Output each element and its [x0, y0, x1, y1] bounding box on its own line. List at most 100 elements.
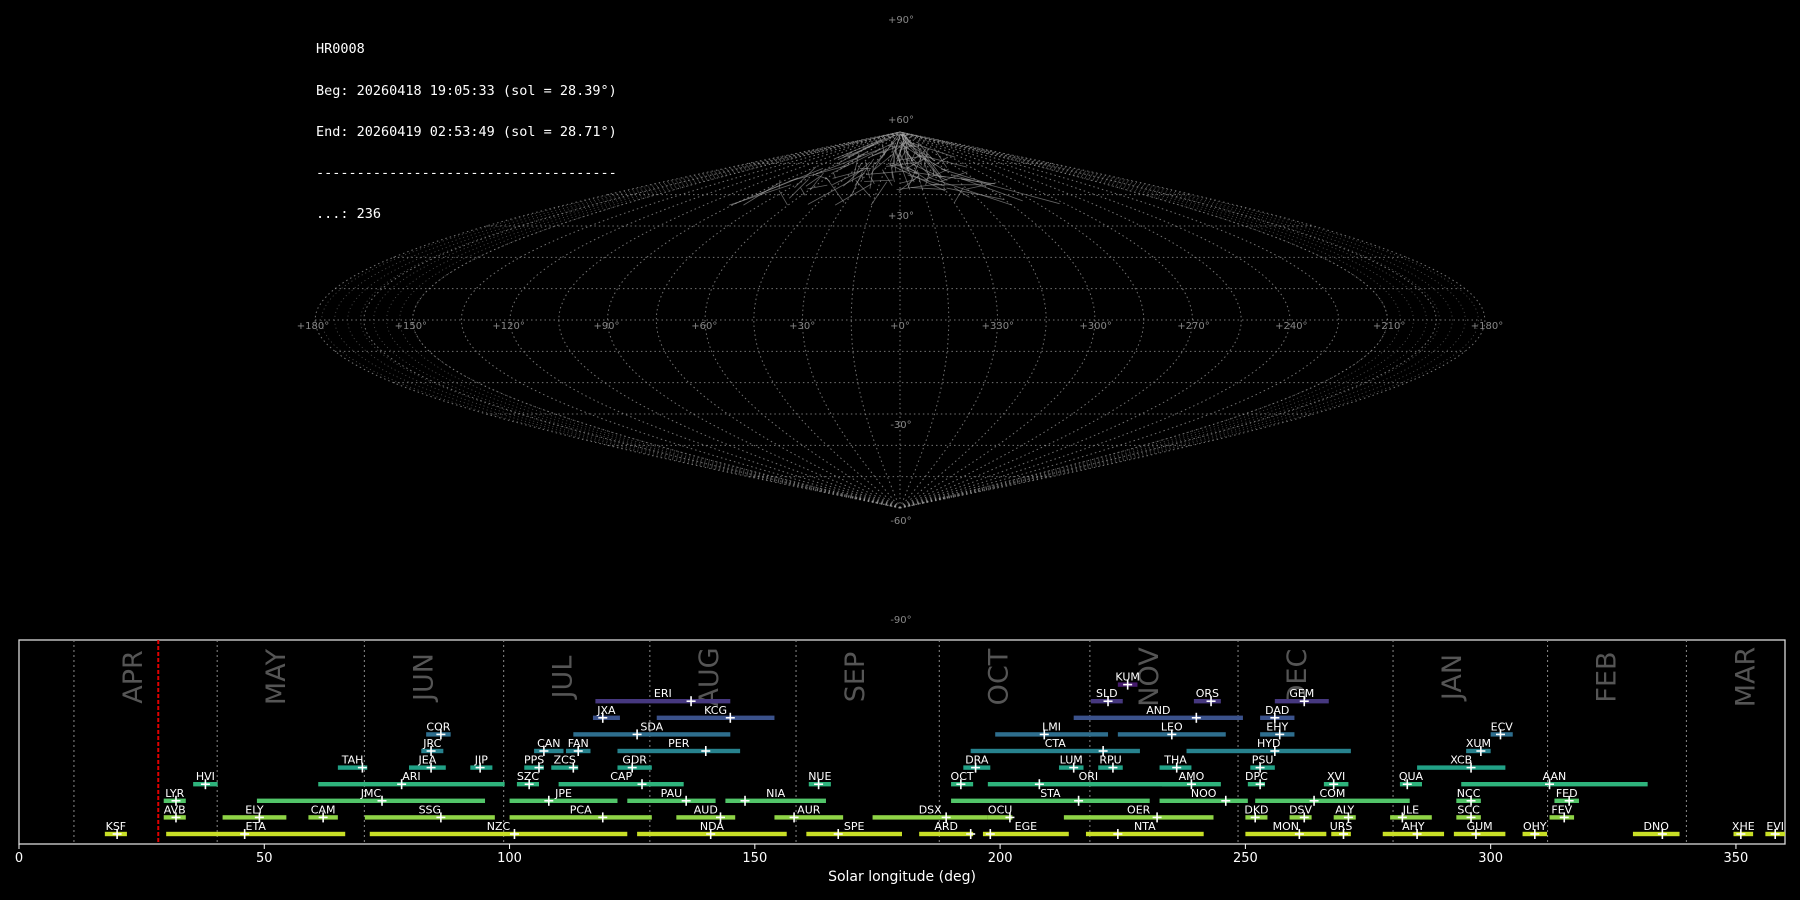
- x-tick-label: 100: [497, 851, 522, 866]
- month-label: FEB: [1592, 651, 1623, 702]
- shower-code-label: COM: [1320, 787, 1346, 800]
- meteor-trail: [946, 187, 1004, 200]
- shower-code-label: ETA: [246, 820, 267, 833]
- shower-code-label: SCC: [1457, 803, 1480, 816]
- month-label: MAR: [1730, 647, 1761, 708]
- shower-code-label: EHY: [1266, 720, 1288, 733]
- shower-code-label: AUR: [797, 803, 821, 816]
- map-contour-line: [899, 131, 1466, 509]
- map-contour-line: [373, 131, 901, 509]
- shower-code-label: ALY: [1335, 803, 1354, 816]
- x-axis-label: Solar longitude (deg): [828, 869, 976, 885]
- shower-code-label: FAN: [568, 737, 589, 750]
- longitude-label: +270°: [1177, 321, 1209, 332]
- shower-code-label: DSV: [1289, 803, 1312, 816]
- shower-code-label: JLE: [1402, 803, 1419, 816]
- longitude-label: +150°: [395, 321, 427, 332]
- map-contour-line: [412, 131, 901, 509]
- map-contour-line: [899, 131, 1453, 509]
- month-label: AUG: [694, 647, 725, 706]
- shower-code-label: KSF: [106, 820, 127, 833]
- x-tick-label: 50: [256, 851, 273, 866]
- longitude-label: +330°: [982, 321, 1014, 332]
- shower-code-label: GDR: [622, 754, 647, 767]
- shower-code-label: ORS: [1196, 687, 1219, 700]
- shower-code-label: DSX: [919, 803, 942, 816]
- longitude-label: +90°: [593, 321, 619, 332]
- longitude-label: +120°: [492, 321, 524, 332]
- meteor-trail: [807, 173, 865, 205]
- latitude-label: +60°: [888, 115, 914, 126]
- shower-code-label: JXA: [596, 704, 616, 717]
- shower-code-label: JEA: [418, 754, 437, 767]
- shower-code-label: NIA: [766, 787, 785, 800]
- shower-code-label: DAD: [1265, 704, 1289, 717]
- meteor-trail: [778, 190, 788, 206]
- month-label: SEP: [840, 652, 871, 702]
- month-label: APR: [118, 650, 149, 704]
- shower-code-label: AAN: [1543, 770, 1567, 783]
- longitude-label: +0°: [890, 321, 910, 332]
- map-contour-line: [899, 131, 1440, 509]
- latitude-label: +30°: [888, 211, 914, 222]
- shower-code-label: NTA: [1134, 820, 1156, 833]
- shower-code-label: AUD: [694, 803, 718, 816]
- shower-code-label: QUA: [1399, 770, 1424, 783]
- shower-code-label: PAU: [661, 787, 683, 800]
- meteor-trail: [815, 148, 881, 175]
- meridian-line: [850, 131, 901, 509]
- shower-code-label: CTA: [1045, 737, 1067, 750]
- latitude-label: +90°: [888, 15, 914, 26]
- longitude-label: +60°: [691, 321, 717, 332]
- meridian-line: [899, 131, 1242, 509]
- shower-code-label: TAH: [341, 754, 364, 767]
- map-contour-line: [321, 131, 901, 509]
- shower-code-label: EGE: [1015, 820, 1037, 833]
- shower-code-label: AHY: [1402, 820, 1425, 833]
- shower-code-label: MON: [1273, 820, 1299, 833]
- shower-code-label: PPS: [524, 754, 544, 767]
- shower-code-label: XUM: [1466, 737, 1491, 750]
- meteor-trail: [807, 184, 828, 190]
- chart-canvas: +180° +150° +120° +90° +60° +30° +0° +330° +300°…: [15, 15, 1786, 885]
- x-tick-label: 0: [15, 851, 23, 866]
- x-tick-label: 350: [1724, 851, 1749, 866]
- shower-code-label: KUM: [1115, 671, 1139, 684]
- month-label: JUN: [408, 653, 439, 703]
- shower-code-label: XHE: [1732, 820, 1755, 833]
- shower-code-label: HYD: [1257, 737, 1280, 750]
- shower-code-label: EVI: [1766, 820, 1784, 833]
- longitude-label: +180°: [297, 321, 329, 332]
- shower-code-label: XVI: [1327, 770, 1345, 783]
- shower-code-label: OHY: [1523, 820, 1547, 833]
- longitude-label: +300°: [1079, 321, 1111, 332]
- shower-code-label: JRC: [422, 737, 441, 750]
- shower-code-label: LYR: [165, 787, 184, 800]
- shower-code-label: ECV: [1491, 720, 1514, 733]
- meteor-trail: [890, 145, 901, 147]
- meteor-trail: [778, 179, 781, 189]
- latitude-label: -30°: [890, 420, 911, 431]
- shower-code-label: NOO: [1191, 787, 1217, 800]
- map-contour-line: [899, 131, 1427, 509]
- month-label: MAY: [261, 648, 292, 705]
- x-tick-label: 250: [1233, 851, 1258, 866]
- longitude-label: +30°: [789, 321, 815, 332]
- meridian-line: [411, 131, 901, 509]
- meteor-trail: [951, 174, 1060, 205]
- latitude-label: -90°: [890, 615, 911, 626]
- meteor-trail: [789, 179, 809, 199]
- shower-code-label: DPC: [1245, 770, 1268, 783]
- meteor-trail: [851, 171, 863, 196]
- shower-code-label: PER: [668, 737, 690, 750]
- shower-code-label: NCC: [1457, 787, 1481, 800]
- shower-code-label: SSG: [419, 803, 442, 816]
- meteor-trail: [921, 186, 923, 190]
- shower-code-label: ARI: [402, 770, 420, 783]
- shower-code-label: COR: [426, 720, 450, 733]
- longitude-label: +180°: [1471, 321, 1503, 332]
- shower-code-label: JMC: [360, 787, 382, 800]
- shower-code-label: SDA: [640, 720, 663, 733]
- month-label: JAN: [1437, 654, 1468, 702]
- shower-code-label: XCB: [1450, 754, 1472, 767]
